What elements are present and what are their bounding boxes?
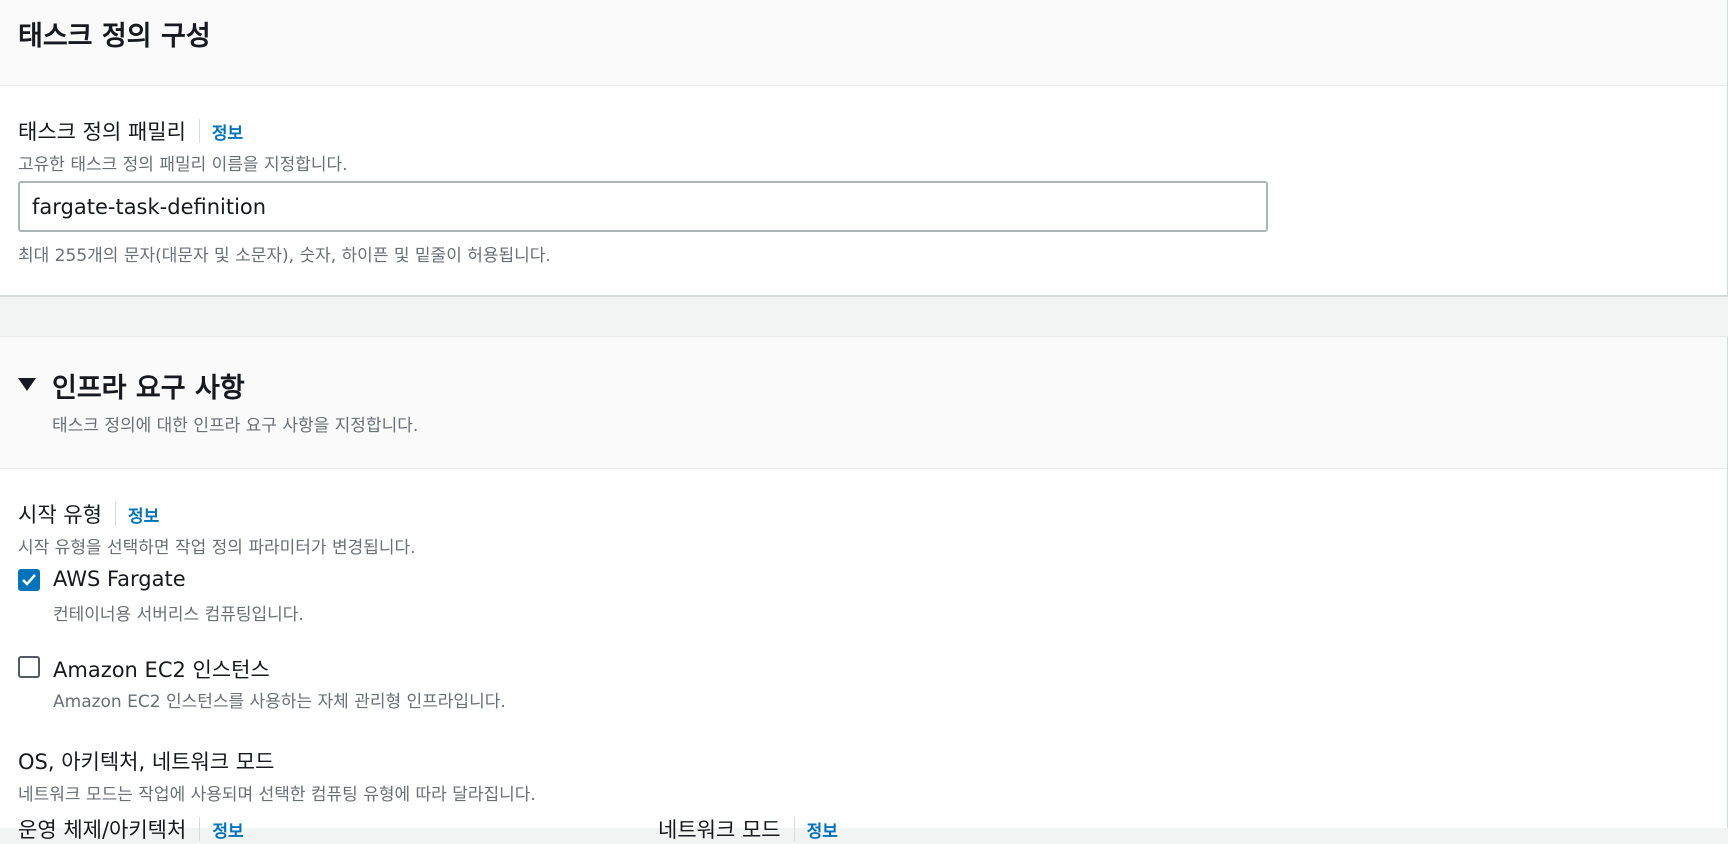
task-definition-config-panel: 태스크 정의 구성 태스크 정의 패밀리 정보 고유한 태스크 정의 패밀리 이… — [0, 0, 1728, 297]
launch-type-label-row: 시작 유형 정보 — [18, 499, 159, 529]
section-title: 태스크 정의 구성 — [18, 21, 211, 52]
fargate-description: 컨테이너용 서버리스 컴퓨팅입니다. — [53, 605, 304, 625]
info-link[interactable]: 정보 — [128, 502, 159, 527]
launch-type-description: 시작 유형을 선택하면 작업 정의 파라미터가 변경됩니다. — [18, 538, 416, 558]
panel-header — [0, 337, 1727, 469]
network-mode-label: 네트워크 모드 — [658, 818, 781, 842]
infrastructure-title: 인프라 요구 사항 — [52, 373, 245, 404]
launch-type-label: 시작 유형 — [18, 503, 102, 527]
network-mode-label-row: 네트워크 모드 정보 — [658, 814, 838, 844]
divider — [198, 119, 200, 143]
infrastructure-description: 태스크 정의에 대한 인프라 요구 사항을 지정합니다. — [52, 416, 419, 436]
ec2-checkbox[interactable] — [18, 656, 40, 678]
task-family-input[interactable] — [18, 181, 1268, 232]
os-arch-network-label: OS, 아키텍처, 네트워크 모드 — [18, 750, 275, 774]
divider — [793, 817, 795, 841]
divider — [199, 817, 201, 841]
fargate-label[interactable]: AWS Fargate — [53, 567, 186, 591]
info-link[interactable]: 정보 — [212, 119, 243, 144]
os-arch-network-description: 네트워크 모드는 작업에 사용되며 선택한 컴퓨팅 유형에 따라 달라집니다. — [18, 785, 536, 805]
info-link[interactable]: 정보 — [212, 817, 243, 842]
os-arch-label: 운영 체제/아키텍처 — [18, 818, 187, 842]
divider — [114, 502, 116, 526]
ec2-description: Amazon EC2 인스턴스를 사용하는 자체 관리형 인프라입니다. — [53, 692, 506, 712]
info-link[interactable]: 정보 — [807, 817, 838, 842]
os-arch-label-row: 운영 체제/아키텍처 정보 — [18, 814, 244, 844]
checkmark-icon — [22, 574, 36, 586]
fargate-checkbox[interactable] — [18, 569, 40, 591]
task-family-constraint: 최대 255개의 문자(대문자 및 소문자), 숫자, 하이픈 및 밑줄이 허용… — [18, 246, 551, 266]
task-family-label-row: 태스크 정의 패밀리 정보 — [18, 116, 243, 146]
task-family-label: 태스크 정의 패밀리 — [18, 120, 186, 144]
task-family-description: 고유한 태스크 정의 패밀리 이름을 지정합니다. — [18, 155, 348, 175]
panel-header: 태스크 정의 구성 — [0, 0, 1727, 86]
ec2-label[interactable]: Amazon EC2 인스턴스 — [53, 654, 270, 684]
collapse-triangle-icon[interactable] — [18, 378, 36, 391]
